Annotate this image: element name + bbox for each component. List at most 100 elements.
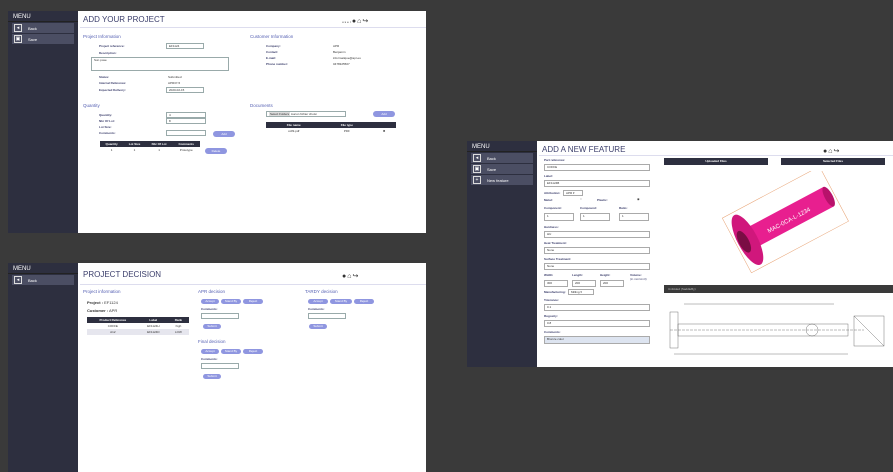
cell: coffit.pdf — [288, 129, 300, 133]
tardy-standby-button[interactable]: Stand By — [330, 299, 352, 304]
manufacturing-value: Milling — [571, 290, 580, 294]
comments-input[interactable] — [166, 130, 206, 136]
apr-reject-button[interactable]: Reject — [243, 299, 263, 304]
sidebar-item-save[interactable]: ▣ Save — [471, 164, 533, 174]
add-quantity-button[interactable]: Add — [213, 131, 235, 137]
project-info-heading: Project Information — [83, 34, 121, 39]
top-icons: ●⌂↪ — [823, 147, 840, 155]
height-input[interactable]: 200 — [600, 280, 624, 287]
description-textarea[interactable]: Sun pose — [91, 57, 229, 71]
email-value: informatique@apr.eu — [333, 56, 361, 60]
delete-button[interactable]: Delete — [205, 148, 227, 154]
surface-treatment-input[interactable]: None — [544, 263, 650, 270]
logout-icon[interactable]: ↪ — [352, 273, 359, 280]
delete-icon[interactable]: ✖ — [372, 128, 396, 134]
tardy-decision-heading: TARDY decision — [305, 289, 338, 294]
compound-input[interactable]: 1 — [580, 213, 610, 221]
browse-button[interactable]: Select Folders — [269, 112, 291, 116]
tardy-reject-button[interactable]: Reject — [354, 299, 374, 304]
project-value: EF1124 — [104, 300, 118, 305]
length-input[interactable]: 200 — [572, 280, 596, 287]
nbr-lot-label: Nbr Of Lot: — [99, 119, 115, 123]
user-label: user — [342, 20, 352, 24]
sidebar-item-label: Back — [28, 25, 37, 31]
page-title: ADD YOUR PROJECT — [83, 15, 165, 24]
tolerance-input[interactable]: 0.1 — [544, 304, 650, 311]
cell: LOW — [175, 330, 182, 334]
apr-accept-button[interactable]: Accept — [201, 299, 219, 304]
tardy-submit-button[interactable]: Submit — [309, 324, 327, 329]
sidebar-item-back[interactable]: ◂ Back — [12, 275, 74, 285]
project-ref-label: Project reference: — [99, 44, 125, 48]
cell: Prototype — [179, 148, 193, 152]
add-feature-panel: MENU ◂ Back ▣ Save + New feature ADD A NEW … — [467, 141, 893, 367]
apr-decision-heading: APR decision — [198, 289, 226, 294]
sidebar-item-new-feature[interactable]: + New feature — [471, 175, 533, 185]
tardy-comments-input[interactable] — [308, 313, 346, 319]
sidebar: MENU ◂ Back — [8, 263, 78, 472]
sidebar-item-back[interactable]: ◂ Back — [12, 23, 74, 33]
documents-heading: Documents — [250, 103, 273, 108]
logout-icon[interactable]: ↪ — [833, 148, 840, 155]
component-input[interactable]: 1 — [544, 213, 574, 221]
final-accept-button[interactable]: Accept — [201, 349, 219, 354]
selected-files-header[interactable]: Selected Files — [781, 158, 885, 165]
table-row[interactable]: coffit.pdf PDF ✖ — [266, 128, 396, 134]
apr-standby-button[interactable]: Stand By — [221, 299, 241, 304]
company-label: Company: — [266, 44, 281, 48]
width-input[interactable]: 300 — [544, 280, 568, 287]
final-standby-button[interactable]: Stand By — [221, 349, 241, 354]
final-comments-input[interactable] — [201, 363, 239, 369]
expected-delivery-label: Expected Delivery: — [99, 88, 126, 92]
manufacturing-select[interactable]: Milling ▾ — [568, 289, 594, 295]
attribution-select[interactable]: APR ▾ — [563, 190, 583, 196]
part-3d-viewer[interactable]: MAC-0CA-L-1234 — [707, 171, 857, 281]
plus-icon: + — [473, 176, 481, 184]
label-input[interactable]: EF1124B — [544, 180, 650, 187]
sidebar-item-back[interactable]: ◂ Back — [471, 153, 533, 163]
metal-radio[interactable]: ○ — [580, 197, 582, 201]
hardness-input[interactable]: HU — [544, 231, 650, 238]
comments-input[interactable]: Bronze color — [544, 336, 650, 344]
heat-treatment-input[interactable]: None — [544, 247, 650, 254]
page-title: ADD A NEW FEATURE — [542, 145, 626, 154]
project-info-heading: Project information — [83, 289, 121, 294]
component-label: Component: — [544, 206, 562, 210]
part-ref-input[interactable]: COFFE — [544, 164, 650, 171]
internal-ref-label: Internal Reference: — [99, 81, 127, 85]
internal-ref-value: APR37-5 — [168, 81, 181, 85]
rugosity-input[interactable]: 0.8 — [544, 320, 650, 327]
attribution-label: Attribution: — [544, 191, 561, 195]
plastic-radio[interactable]: ◉ — [637, 197, 640, 201]
tardy-accept-button[interactable]: Accept — [308, 299, 328, 304]
drawing-label: Unfolded (SaddleBy) — [668, 287, 696, 291]
table-row[interactable]: A12 EF1124D LOW — [87, 329, 189, 335]
apr-submit-button[interactable]: Submit — [203, 324, 221, 329]
description-label: Description: — [99, 51, 117, 55]
hardness-label: Hardness: — [544, 225, 559, 229]
company-value: APR — [333, 44, 340, 48]
logout-icon[interactable]: ↪ — [362, 18, 369, 25]
nbr-lot-input[interactable]: 8 — [166, 118, 206, 124]
apr-comments-input[interactable] — [201, 313, 239, 319]
cell: 1 — [158, 148, 160, 152]
label-label: Label: — [544, 174, 553, 178]
project-decision-panel: MENU ◂ Back PROJECT DECISION ●⌂↪ Project … — [8, 263, 426, 472]
ratio-input[interactable]: 1 — [619, 213, 649, 221]
uploaded-files-header[interactable]: Uploaded Files — [664, 158, 768, 165]
add-document-button[interactable]: Add — [373, 111, 395, 117]
final-submit-button[interactable]: Submit — [203, 374, 221, 379]
sidebar-item-label: Back — [487, 155, 496, 161]
contact-value: Benjamin — [333, 50, 346, 54]
volume-label: Volume: (in mm/cm3) — [630, 273, 647, 281]
table-row[interactable]: 1 1 1 Prototype — [100, 147, 200, 153]
ratio-label: Ratio: — [619, 206, 628, 210]
project-ref-input[interactable]: EF1124 — [166, 43, 204, 49]
final-reject-button[interactable]: Reject — [243, 349, 263, 354]
file-picker[interactable]: Select Folders Aucun fichier choisi — [266, 111, 346, 117]
technical-drawing[interactable] — [664, 294, 893, 367]
sidebar-item-save[interactable]: ▣ Save — [12, 34, 74, 44]
expected-delivery-input[interactable]: 2020-02-15 — [166, 87, 204, 93]
save-icon: ▣ — [473, 165, 481, 173]
sidebar-item-label: Save — [487, 166, 497, 172]
